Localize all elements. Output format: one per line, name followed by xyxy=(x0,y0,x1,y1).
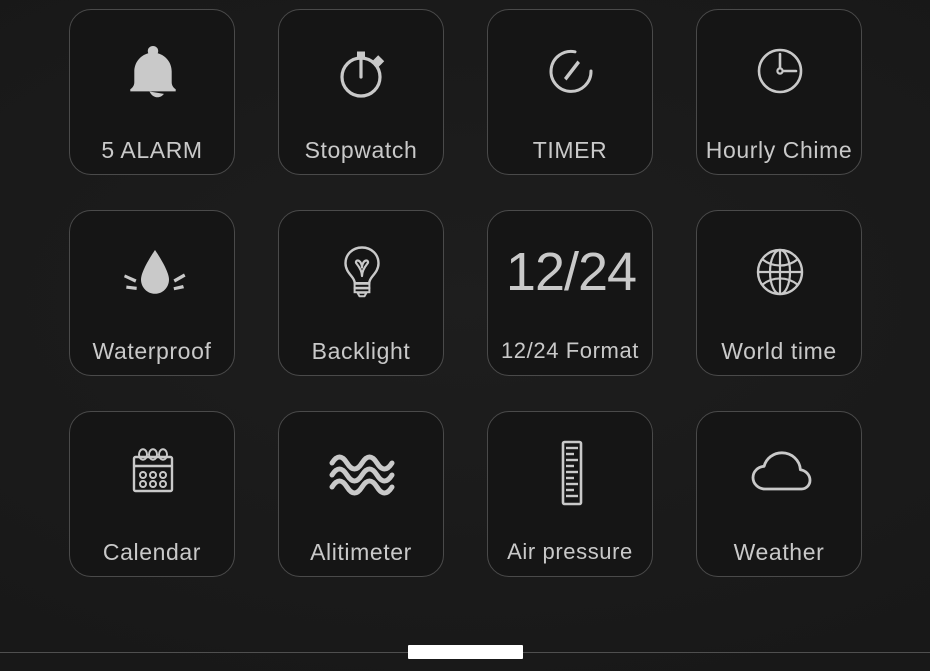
tile-air-pressure[interactable]: Air pressure xyxy=(487,411,653,577)
tile-backlight[interactable]: Backlight xyxy=(278,210,444,376)
tile-calendar[interactable]: Calendar xyxy=(69,411,235,577)
tile-stopwatch[interactable]: Stopwatch xyxy=(278,9,444,175)
tile-waterproof[interactable]: Waterproof xyxy=(69,210,235,376)
tile-altimeter[interactable]: Alitimeter xyxy=(278,411,444,577)
lightbulb-icon xyxy=(279,211,445,333)
12-24-text-icon: 12/24 xyxy=(488,211,654,333)
tile-label: World time xyxy=(721,338,837,364)
tile-label: TIMER xyxy=(532,137,608,163)
tile-world-time[interactable]: World time xyxy=(696,210,862,376)
waves-icon xyxy=(279,412,445,534)
tile-label: Waterproof xyxy=(92,338,212,364)
home-indicator-bar[interactable] xyxy=(408,645,523,659)
water-drop-icon xyxy=(70,211,236,333)
feature-tile-grid: 5 ALARM Stopwatch TIMER Hourly Chime Wat… xyxy=(69,9,862,577)
tile-label: Stopwatch xyxy=(304,137,418,163)
12-24-glyph: 12/24 xyxy=(505,242,637,302)
stopwatch-icon xyxy=(279,10,445,132)
clock-icon xyxy=(697,10,863,132)
tile-label: Weather xyxy=(733,539,825,565)
tile-timer[interactable]: TIMER xyxy=(487,9,653,175)
calendar-icon xyxy=(70,412,236,534)
tile-label: Hourly Chime xyxy=(705,137,853,163)
tile-label: 12/24 Format xyxy=(500,338,640,363)
tile-label: 5 ALARM xyxy=(101,137,203,163)
tile-label: Air pressure xyxy=(507,539,633,564)
tile-12-24-format[interactable]: 12/24 12/24 Format xyxy=(487,210,653,376)
ruler-icon xyxy=(488,412,654,534)
tile-alarm[interactable]: 5 ALARM xyxy=(69,9,235,175)
tile-hourly-chime[interactable]: Hourly Chime xyxy=(696,9,862,175)
tile-label: Backlight xyxy=(311,338,411,364)
tile-label: Alitimeter xyxy=(310,539,412,565)
globe-icon xyxy=(697,211,863,333)
feature-grid-screen: 5 ALARM Stopwatch TIMER Hourly Chime Wat… xyxy=(0,0,930,671)
bell-icon xyxy=(70,10,236,132)
cloud-icon xyxy=(697,412,863,534)
timer-icon xyxy=(488,10,654,132)
tile-weather[interactable]: Weather xyxy=(696,411,862,577)
tile-label: Calendar xyxy=(102,539,202,565)
